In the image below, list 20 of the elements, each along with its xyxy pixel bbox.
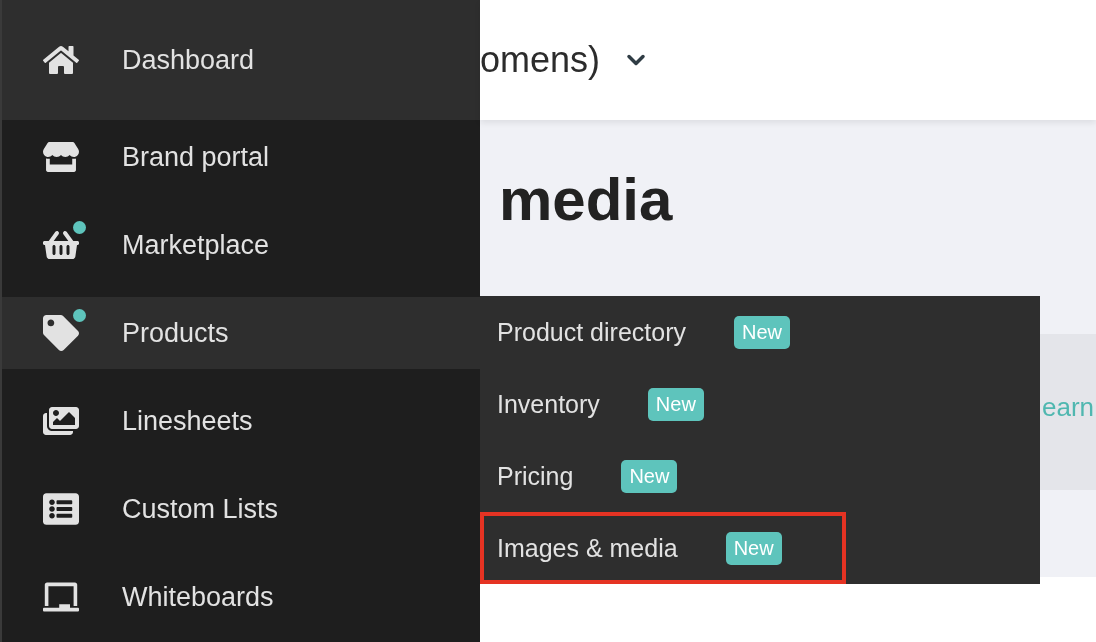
new-badge: New <box>733 315 790 349</box>
sidebar-item[interactable]: Whiteboards <box>2 561 480 633</box>
list-icon <box>43 491 79 527</box>
new-badge: New <box>725 531 782 565</box>
submenu-item[interactable]: Inventory New <box>480 368 768 440</box>
sidebar-item[interactable]: Custom Lists <box>2 473 480 545</box>
sidebar-item[interactable]: Linesheets <box>2 385 480 457</box>
sidebar-item[interactable]: Dashboard <box>2 0 480 120</box>
sidebar-item[interactable]: Products <box>2 297 480 369</box>
account-selector-text[interactable]: omens) <box>480 39 601 81</box>
store-icon <box>43 139 79 175</box>
submenu-item[interactable]: Images & media New <box>480 512 846 584</box>
submenu-item[interactable]: Pricing New <box>480 440 742 512</box>
new-badge: New <box>621 459 678 493</box>
sidebar-item[interactable]: Marketplace <box>2 209 480 281</box>
submenu-item[interactable]: Product directory New <box>480 296 854 368</box>
page-title: media <box>499 170 674 230</box>
new-badge: New <box>647 387 704 421</box>
tag-icon <box>43 315 79 351</box>
sidebar-item[interactable]: Brand portal <box>2 121 480 193</box>
